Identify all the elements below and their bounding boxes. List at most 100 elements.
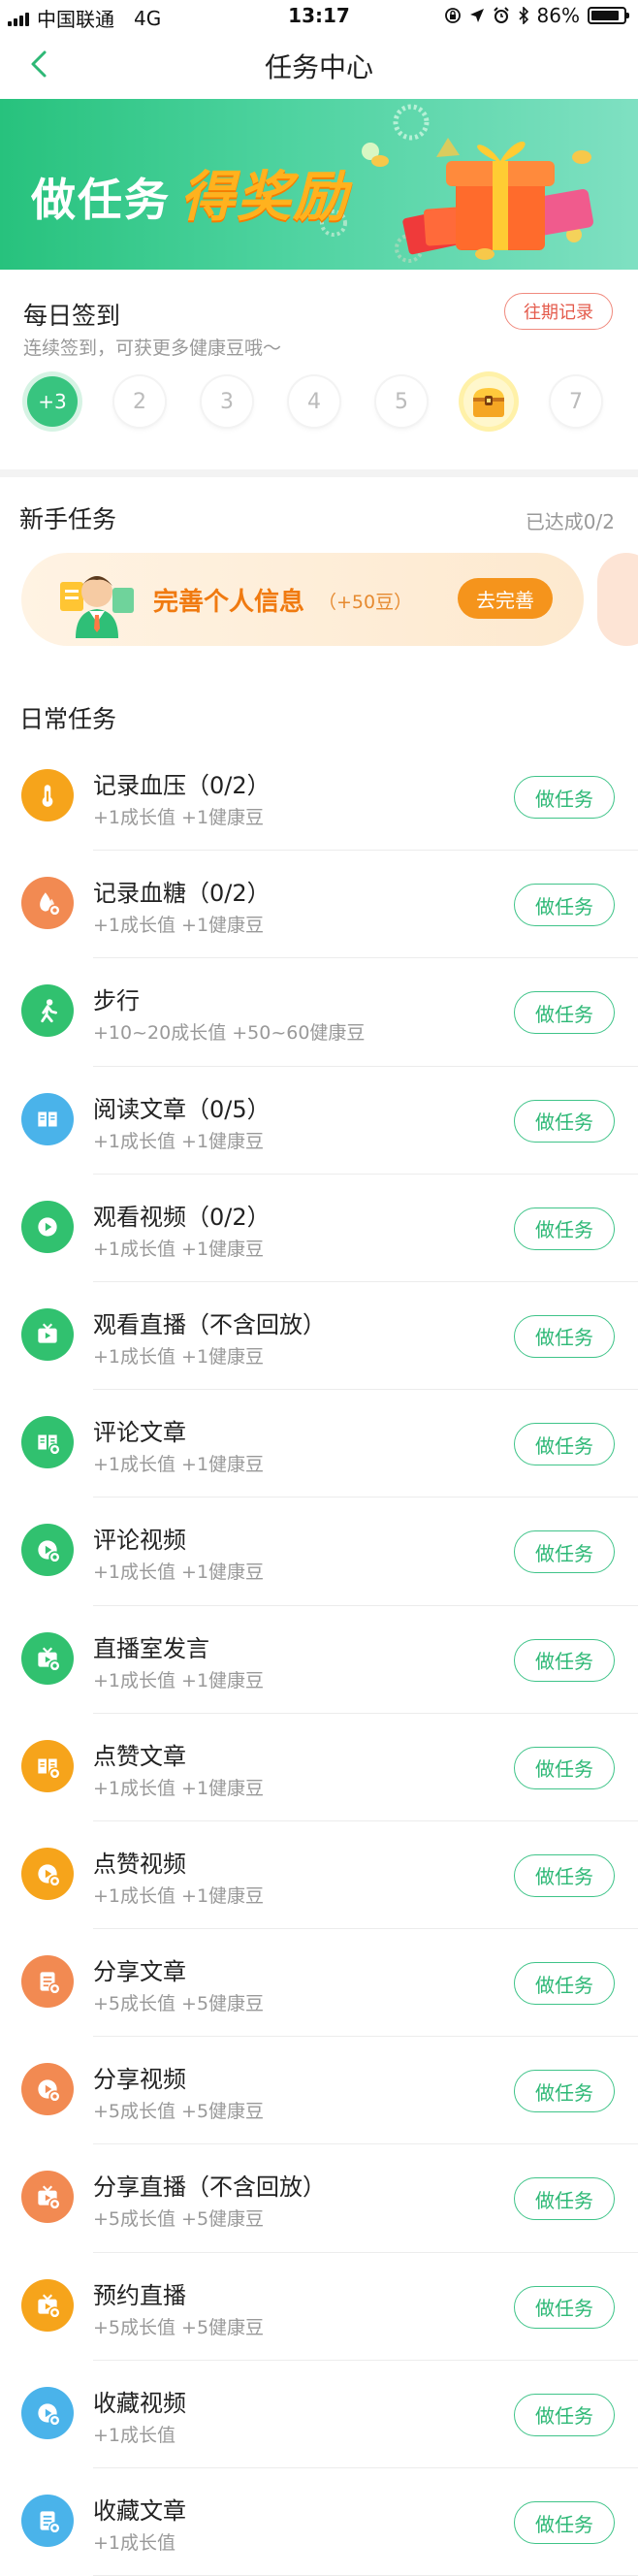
- task-reward: +1成长值 +1健康豆: [93, 1238, 265, 1260]
- task-name: 分享直播（不含回放）: [93, 2174, 326, 2202]
- tv-share-icon: [38, 2185, 61, 2211]
- do-task-button[interactable]: 做任务: [514, 2177, 615, 2221]
- task-name: 分享文章: [93, 1958, 186, 1986]
- checkin-day-5[interactable]: 5: [376, 376, 427, 427]
- banner-text-highlight: 得奖励: [180, 166, 349, 229]
- task-name: 观看直播（不含回放）: [93, 1310, 326, 1338]
- task-row: 收藏视频 +1成长值 做任务: [0, 2361, 638, 2468]
- do-task-button[interactable]: 做任务: [514, 776, 615, 819]
- task-icon-badge: [21, 1092, 74, 1145]
- task-reward: +1成长值: [93, 2424, 176, 2446]
- newbie-progress: 已达成0/2: [525, 510, 615, 533]
- checkin-days: +3 2 3 4 5 7: [27, 376, 613, 435]
- bluetooth-icon: [518, 7, 528, 24]
- task-row: 分享直播（不含回放） +5成长值 +5健康豆 做任务: [0, 2144, 638, 2253]
- task-name: 点赞文章: [93, 1742, 186, 1770]
- daily-checkin-section: 每日签到 连续签到，可获更多健康豆哦～ 往期记录 +3 2 3 4 5 7: [0, 270, 638, 469]
- task-icon-badge: [21, 984, 74, 1038]
- task-row: 记录血糖（0/2） +1成长值 +1健康豆 做任务: [0, 851, 638, 959]
- promo-banner[interactable]: 做任务 得奖励: [0, 99, 638, 270]
- task-row: 阅读文章（0/5） +1成长值 +1健康豆 做任务: [0, 1067, 638, 1175]
- task-reward: +1成长值 +1健康豆: [93, 1884, 265, 1907]
- task-row: 点赞文章 +1成长值 +1健康豆 做任务: [0, 1714, 638, 1821]
- checkin-day-2[interactable]: 2: [114, 376, 165, 427]
- play-icon: [38, 1217, 57, 1237]
- tv-reserve-icon: [38, 2294, 61, 2319]
- checkin-day-1[interactable]: +3: [27, 376, 78, 427]
- next-newbie-card[interactable]: [597, 553, 638, 646]
- task-icon-badge: [21, 1524, 74, 1577]
- alarm-icon: [493, 7, 509, 23]
- book-comment-icon: [38, 1434, 61, 1456]
- task-name: 分享视频: [93, 2066, 186, 2094]
- play-comment-icon: [38, 1540, 61, 1563]
- do-task-button[interactable]: 做任务: [514, 1746, 615, 1789]
- do-task-button[interactable]: 做任务: [514, 1853, 615, 1897]
- do-task-button[interactable]: 做任务: [514, 1099, 615, 1143]
- newbie-title: 新手任务: [19, 505, 117, 533]
- play-like-icon: [38, 1864, 61, 1887]
- complete-profile-button[interactable]: 去完善: [458, 578, 553, 619]
- checkin-subtitle: 连续签到，可获更多健康豆哦～: [23, 338, 282, 359]
- task-name: 记录血压（0/2）: [93, 772, 271, 799]
- tv-icon: [38, 1323, 57, 1343]
- task-name: 评论文章: [93, 1419, 186, 1447]
- task-row: 步行 +10~20成长值 +50~60健康豆 做任务: [0, 958, 638, 1067]
- do-task-button[interactable]: 做任务: [514, 1314, 615, 1358]
- checkin-day-7[interactable]: 7: [551, 376, 601, 427]
- book-icon: [38, 1111, 57, 1127]
- task-row: 观看直播（不含回放） +1成长值 +1健康豆 做任务: [0, 1282, 638, 1391]
- nav-bar: 任务中心: [0, 33, 638, 97]
- do-task-button[interactable]: 做任务: [514, 884, 615, 927]
- newbie-tasks-section: 新手任务 已达成0/2 完善个人信息 （+50豆） 去完善: [0, 477, 638, 671]
- task-reward: +10~20成长值 +50~60健康豆: [93, 1022, 366, 1045]
- task-name: 观看视频（0/2）: [93, 1203, 271, 1231]
- book-like-icon: [38, 1758, 61, 1780]
- do-task-button[interactable]: 做任务: [514, 1638, 615, 1682]
- do-task-button[interactable]: 做任务: [514, 1423, 615, 1466]
- thermometer-icon: [42, 785, 53, 807]
- do-task-button[interactable]: 做任务: [514, 1962, 615, 2006]
- task-row: 观看视频（0/2） +1成长值 +1健康豆 做任务: [0, 1175, 638, 1282]
- task-reward: +5成长值 +5健康豆: [93, 2208, 265, 2231]
- task-icon-badge: [21, 2063, 74, 2116]
- task-reward: +1成长值 +1健康豆: [93, 1130, 265, 1152]
- doc-share-icon: [40, 1972, 61, 1995]
- walking-icon: [41, 999, 57, 1023]
- newbie-task-reward: （+50豆）: [318, 592, 413, 613]
- task-name: 点赞视频: [93, 1850, 186, 1878]
- checkin-day-6[interactable]: [463, 376, 514, 427]
- do-task-button[interactable]: 做任务: [514, 2070, 615, 2113]
- do-task-button[interactable]: 做任务: [514, 1207, 615, 1250]
- checkin-day-4[interactable]: 4: [289, 376, 339, 427]
- page-title: 任务中心: [264, 51, 373, 83]
- task-name: 预约直播: [93, 2281, 186, 2309]
- task-name: 收藏文章: [93, 2497, 186, 2525]
- task-reward: +1成长值 +1健康豆: [93, 1562, 265, 1584]
- task-icon-badge: [21, 2278, 74, 2332]
- task-reward: +1成长值 +1健康豆: [93, 1669, 265, 1691]
- task-row: 分享文章 +5成长值 +5健康豆 做任务: [0, 1929, 638, 2038]
- do-task-button[interactable]: 做任务: [514, 2501, 615, 2544]
- do-task-button[interactable]: 做任务: [514, 1530, 615, 1574]
- do-task-button[interactable]: 做任务: [514, 2393, 615, 2436]
- task-name: 记录血糖（0/2）: [93, 880, 271, 908]
- lock-rotation-icon: [444, 8, 461, 23]
- complete-profile-card[interactable]: 完善个人信息 （+50豆） 去完善: [21, 553, 584, 646]
- blood-drop-icon: [40, 892, 61, 917]
- task-icon-badge: [21, 1307, 74, 1361]
- status-bar: 中国联通 4G 13:17 86%: [0, 0, 638, 33]
- task-name: 步行: [93, 987, 140, 1015]
- do-task-button[interactable]: 做任务: [514, 2285, 615, 2329]
- newbie-task-label: 完善个人信息: [153, 588, 305, 617]
- task-reward: +1成长值 +1健康豆: [93, 1345, 265, 1368]
- task-icon-badge: [21, 2386, 74, 2439]
- task-row: 收藏文章 +1成长值 做任务: [0, 2468, 638, 2576]
- banner-headline: 做任务 得奖励: [31, 153, 349, 232]
- task-row: 记录血压（0/2） +1成长值 +1健康豆 做任务: [0, 743, 638, 852]
- profile-avatar-icon: [60, 576, 134, 638]
- task-reward: +1成长值 +1健康豆: [93, 1777, 265, 1799]
- history-records-button[interactable]: 往期记录: [504, 293, 613, 330]
- checkin-day-3[interactable]: 3: [202, 376, 252, 427]
- do-task-button[interactable]: 做任务: [514, 991, 615, 1035]
